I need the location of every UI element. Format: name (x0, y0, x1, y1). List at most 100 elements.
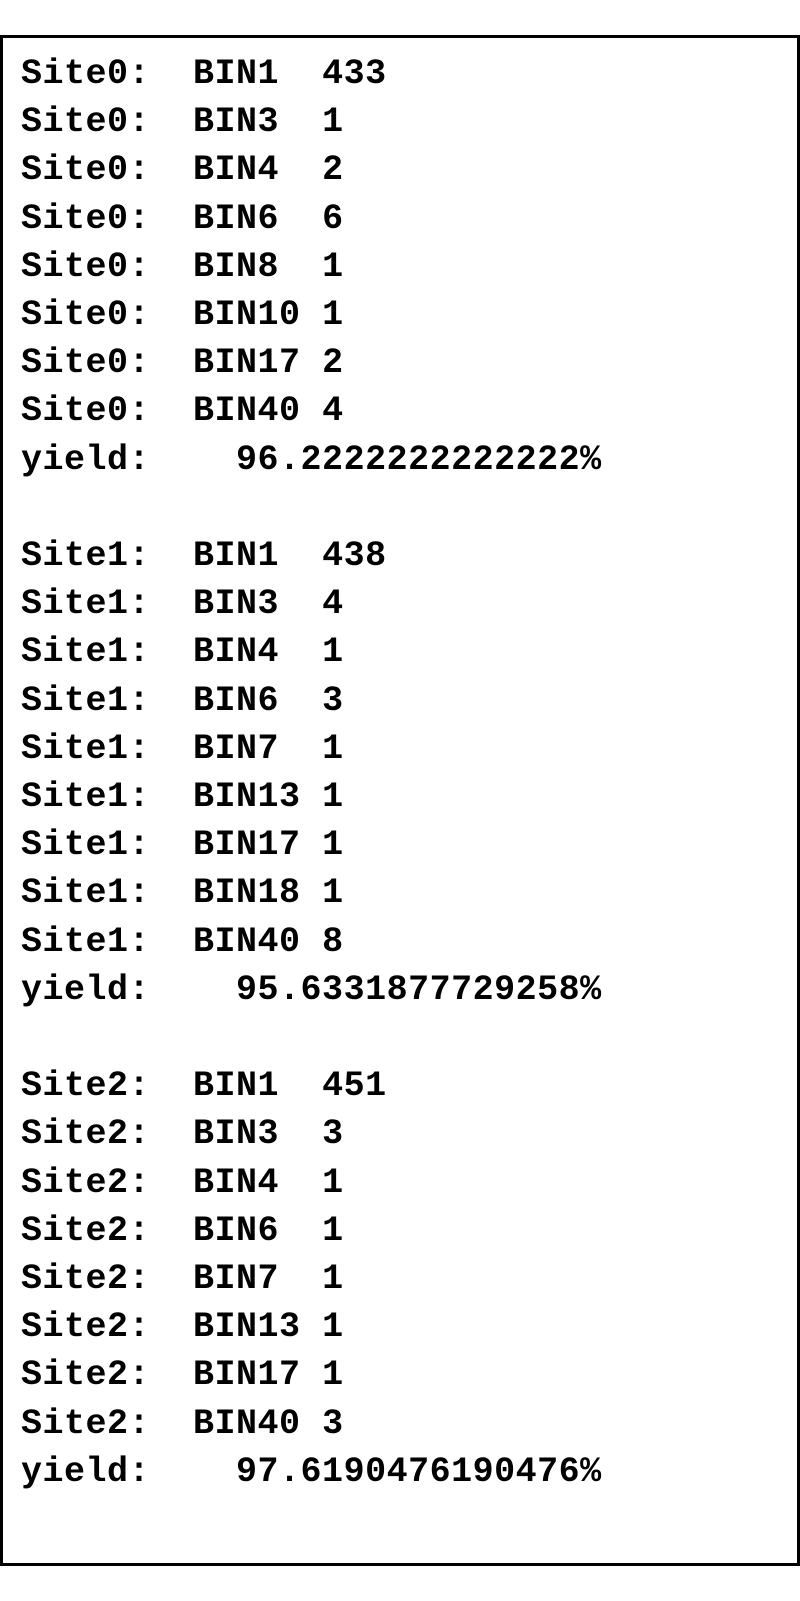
site-label: Site2: (21, 1259, 193, 1299)
bin-count: 2 (322, 343, 344, 383)
bin-count: 1 (322, 825, 344, 865)
bin-count: 451 (322, 1066, 387, 1106)
bin-row: Site2: BIN40 3 (21, 1404, 344, 1444)
site-label: Site0: (21, 247, 193, 287)
site-label: Site2: (21, 1211, 193, 1251)
bin-count: 1 (322, 1307, 344, 1347)
bin-name: BIN7 (193, 729, 322, 769)
site-label: Site1: (21, 681, 193, 721)
bin-name: BIN40 (193, 1404, 322, 1444)
yield-value: 96.2222222222222% (236, 440, 602, 480)
yield-label: yield: (21, 970, 236, 1010)
bin-count: 3 (322, 1404, 344, 1444)
site-label: Site2: (21, 1114, 193, 1154)
bin-count: 4 (322, 584, 344, 624)
bin-name: BIN17 (193, 343, 322, 383)
bin-row: Site2: BIN6 1 (21, 1211, 344, 1251)
bin-row: Site0: BIN10 1 (21, 295, 344, 335)
site-label: Site0: (21, 343, 193, 383)
bin-row: Site1: BIN17 1 (21, 825, 344, 865)
bin-count: 2 (322, 150, 344, 190)
bin-row: Site0: BIN3 1 (21, 102, 344, 142)
bin-row: Site2: BIN4 1 (21, 1163, 344, 1203)
bin-row: Site1: BIN40 8 (21, 922, 344, 962)
bin-name: BIN3 (193, 102, 322, 142)
bin-name: BIN4 (193, 1163, 322, 1203)
bin-row: Site1: BIN7 1 (21, 729, 344, 769)
site-label: Site2: (21, 1163, 193, 1203)
bin-name: BIN10 (193, 295, 322, 335)
bin-row: Site0: BIN17 2 (21, 343, 344, 383)
bin-count: 1 (322, 295, 344, 335)
site-label: Site0: (21, 391, 193, 431)
bin-row: Site1: BIN18 1 (21, 873, 344, 913)
bin-row: Site1: BIN4 1 (21, 632, 344, 672)
bin-name: BIN1 (193, 536, 322, 576)
yield-label: yield: (21, 1452, 236, 1492)
site-label: Site0: (21, 150, 193, 190)
bin-row: Site0: BIN1 433 (21, 54, 387, 94)
bin-count: 4 (322, 391, 344, 431)
bin-count: 8 (322, 922, 344, 962)
bin-row: Site0: BIN4 2 (21, 150, 344, 190)
site-label: Site2: (21, 1355, 193, 1395)
site-label: Site1: (21, 536, 193, 576)
bin-name: BIN1 (193, 1066, 322, 1106)
site-label: Site2: (21, 1404, 193, 1444)
bin-count: 1 (322, 632, 344, 672)
bin-row: Site2: BIN3 3 (21, 1114, 344, 1154)
bin-name: BIN3 (193, 1114, 322, 1154)
bin-count: 1 (322, 1259, 344, 1299)
bin-count: 438 (322, 536, 387, 576)
bin-name: BIN7 (193, 1259, 322, 1299)
bin-name: BIN3 (193, 584, 322, 624)
yield-row: yield: 96.2222222222222% (21, 440, 602, 480)
yield-value: 97.6190476190476% (236, 1452, 602, 1492)
bin-row: Site0: BIN6 6 (21, 199, 344, 239)
bin-name: BIN13 (193, 1307, 322, 1347)
bin-name: BIN40 (193, 922, 322, 962)
bin-row: Site2: BIN7 1 (21, 1259, 344, 1299)
bin-row: Site1: BIN1 438 (21, 536, 387, 576)
bin-name: BIN40 (193, 391, 322, 431)
bin-count: 1 (322, 1355, 344, 1395)
bin-count: 1 (322, 729, 344, 769)
bin-count: 1 (322, 1163, 344, 1203)
bin-row: Site2: BIN17 1 (21, 1355, 344, 1395)
site-label: Site1: (21, 777, 193, 817)
terminal-output: Site0: BIN1 433 Site0: BIN3 1 Site0: BIN… (0, 35, 800, 1566)
bin-row: Site2: BIN1 451 (21, 1066, 387, 1106)
site-label: Site1: (21, 584, 193, 624)
site-label: Site0: (21, 295, 193, 335)
site-label: Site0: (21, 54, 193, 94)
bin-row: Site1: BIN13 1 (21, 777, 344, 817)
bin-count: 3 (322, 1114, 344, 1154)
bin-name: BIN8 (193, 247, 322, 287)
site-label: Site2: (21, 1307, 193, 1347)
bin-name: BIN6 (193, 681, 322, 721)
bin-name: BIN17 (193, 825, 322, 865)
site-label: Site0: (21, 102, 193, 142)
bin-count: 1 (322, 873, 344, 913)
site-label: Site0: (21, 199, 193, 239)
bin-row: Site1: BIN6 3 (21, 681, 344, 721)
yield-row: yield: 97.6190476190476% (21, 1452, 602, 1492)
bin-row: Site0: BIN40 4 (21, 391, 344, 431)
bin-count: 1 (322, 102, 344, 142)
bin-row: Site1: BIN3 4 (21, 584, 344, 624)
bin-row: Site0: BIN8 1 (21, 247, 344, 287)
bin-row: Site2: BIN13 1 (21, 1307, 344, 1347)
site-label: Site1: (21, 632, 193, 672)
site-label: Site1: (21, 922, 193, 962)
bin-name: BIN17 (193, 1355, 322, 1395)
bin-name: BIN4 (193, 150, 322, 190)
bin-count: 6 (322, 199, 344, 239)
yield-row: yield: 95.6331877729258% (21, 970, 602, 1010)
bin-count: 1 (322, 1211, 344, 1251)
bin-name: BIN6 (193, 1211, 322, 1251)
site-label: Site1: (21, 729, 193, 769)
bin-count: 3 (322, 681, 344, 721)
bin-count: 1 (322, 247, 344, 287)
site-label: Site1: (21, 873, 193, 913)
bin-name: BIN4 (193, 632, 322, 672)
